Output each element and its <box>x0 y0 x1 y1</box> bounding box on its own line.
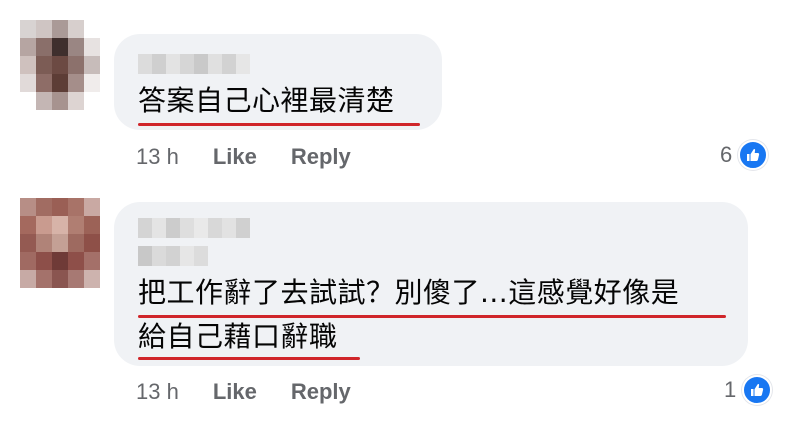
author-name[interactable] <box>138 54 250 74</box>
like-button[interactable]: Like <box>213 144 257 170</box>
comment-text-line-2: 給自己藉口辭職 <box>138 320 338 353</box>
comment: 把工作辭了去試試？別傻了...這感覺好像是 給自己藉口辭職 13 h Like … <box>0 190 800 429</box>
red-underline <box>138 357 360 360</box>
red-underline <box>138 123 420 126</box>
comment-bubble: 把工作辭了去試試？別傻了...這感覺好像是 給自己藉口辭職 <box>114 202 748 366</box>
reply-button[interactable]: Reply <box>291 144 351 170</box>
comment-text: 答案自己心裡最清楚 <box>138 84 395 117</box>
timestamp[interactable]: 13 h <box>136 379 179 405</box>
comment: 答案自己心裡最清楚 13 h Like Reply 6 <box>0 0 800 190</box>
author-name[interactable] <box>138 246 208 266</box>
reaction-count: 1 <box>724 377 737 402</box>
thumbs-up-icon <box>742 375 773 405</box>
like-button[interactable]: Like <box>213 379 257 405</box>
timestamp[interactable]: 13 h <box>136 144 179 170</box>
comment-actions: 13 h Like Reply <box>136 379 351 405</box>
avatar[interactable] <box>20 20 100 110</box>
reaction-count: 6 <box>720 142 733 167</box>
avatar[interactable] <box>20 198 100 288</box>
reply-button[interactable]: Reply <box>291 379 351 405</box>
red-underline <box>138 315 726 318</box>
author-name[interactable] <box>138 218 250 238</box>
comment-text-line-1: 把工作辭了去試試？別傻了...這感覺好像是 <box>138 276 680 309</box>
reaction-summary[interactable]: 6 <box>720 140 769 170</box>
reaction-summary[interactable]: 1 <box>724 375 773 405</box>
thumbs-up-icon <box>738 140 769 170</box>
comment-bubble: 答案自己心裡最清楚 <box>114 34 442 130</box>
comment-actions: 13 h Like Reply <box>136 144 351 170</box>
